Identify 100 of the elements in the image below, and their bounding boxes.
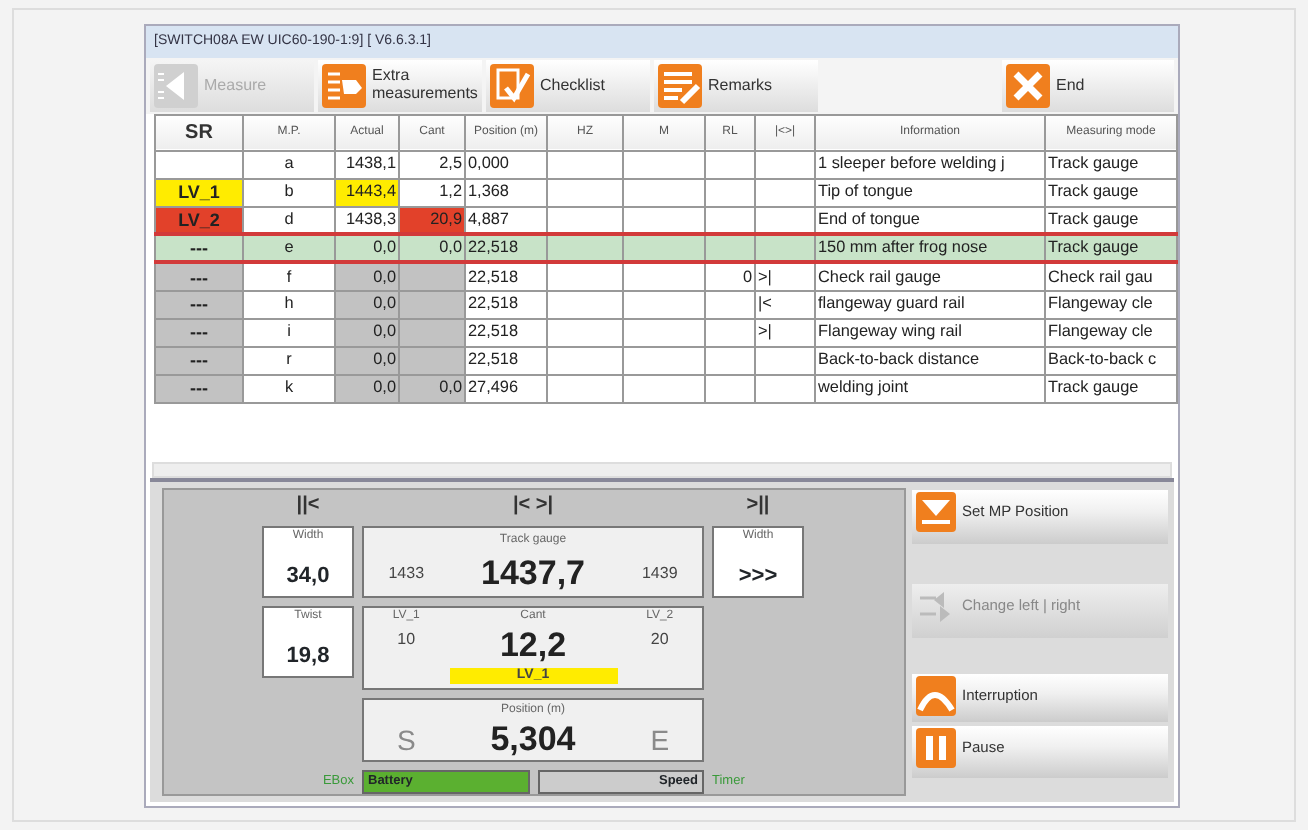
toolbar-button[interactable]: Extra measurements <box>318 59 482 112</box>
table-cell: --- <box>155 346 243 375</box>
table-cell <box>705 290 755 319</box>
table-cell: Back-to-back distance <box>815 346 1045 375</box>
table-cell: Track gauge <box>1045 374 1177 403</box>
table-cell: 1438,1 <box>335 150 399 179</box>
table-cell: welding joint <box>815 374 1045 403</box>
table-cell <box>623 178 705 207</box>
toolbar-button[interactable]: Checklist <box>486 59 650 112</box>
table-cell: --- <box>155 290 243 319</box>
table-cell: Track gauge <box>1045 178 1177 207</box>
table-cell: Flangeway wing rail <box>815 318 1045 347</box>
table-cell: 0,0 <box>335 290 399 319</box>
table-cell: 0,0 <box>335 318 399 347</box>
table-row[interactable]: --- i 0,0 22,518 >| Flangeway wing rail Flangeway cle <box>155 318 1177 347</box>
end-mark: E <box>648 724 672 756</box>
table-cell: 0,0 <box>399 374 465 403</box>
column-header: SR <box>155 114 243 151</box>
scrollbar[interactable] <box>152 462 1172 478</box>
table-cell: flangeway guard rail <box>815 290 1045 319</box>
table-cell: >| <box>755 318 815 347</box>
table-cell: Check rail gau <box>1045 262 1177 291</box>
cant-value: 12,2 <box>497 628 569 664</box>
max-value: 1439 <box>639 562 680 586</box>
nav-button[interactable]: ||< <box>262 494 354 518</box>
table-cell: --- <box>155 262 243 291</box>
table-cell <box>755 234 815 263</box>
checklist-icon <box>490 63 534 108</box>
table-row[interactable]: --- h 0,0 22,518 |< flangeway guard rail Flangeway cle <box>155 290 1177 319</box>
table-cell <box>547 290 623 319</box>
table-cell: 0,0 <box>335 346 399 375</box>
table-cell <box>705 318 755 347</box>
notes-icon <box>658 63 702 108</box>
table-cell: 22,518 <box>465 318 547 347</box>
table-cell <box>623 374 705 403</box>
table-cell: 1443,4 <box>335 178 399 207</box>
table-cell: 1,2 <box>399 178 465 207</box>
table-cell: Check rail gauge <box>815 262 1045 291</box>
close-icon <box>1006 63 1050 108</box>
table-cell: --- <box>155 374 243 403</box>
table-cell: 22,518 <box>465 262 547 291</box>
nav-button[interactable]: >|| <box>712 494 804 518</box>
toolbar-button[interactable]: End <box>1002 59 1174 112</box>
table-cell <box>547 346 623 375</box>
table-row[interactable]: --- f 0,0 22,518 0 >| Check rail gauge Check rail gau <box>155 262 1177 291</box>
start-mark: S <box>394 724 418 756</box>
table-cell: e <box>243 234 335 263</box>
table-cell <box>547 374 623 403</box>
table-cell <box>705 346 755 375</box>
table-cell: Track gauge <box>1045 150 1177 179</box>
table-row[interactable]: LV_1 b 1443,4 1,2 1,368 Tip of tongue Track gauge <box>155 178 1177 207</box>
download-icon <box>916 492 956 532</box>
table-cell: 0,0 <box>399 234 465 263</box>
table-cell <box>623 262 705 291</box>
table-cell: 1 sleeper before welding j <box>815 150 1045 179</box>
table-cell: 22,518 <box>465 346 547 375</box>
table-cell <box>623 318 705 347</box>
table-cell <box>705 178 755 207</box>
table-row[interactable]: --- k 0,0 0,0 27,496 welding joint Track gauge <box>155 374 1177 403</box>
table-cell: 22,518 <box>465 234 547 263</box>
table-row[interactable]: --- e 0,0 0,0 22,518 150 mm after frog nose Track gauge <box>155 234 1177 263</box>
table-cell <box>755 374 815 403</box>
table-cell: a <box>243 150 335 179</box>
gauge-value: 1437,7 <box>479 556 587 592</box>
table-cell <box>547 234 623 263</box>
table-cell: 150 mm after frog nose <box>815 234 1045 263</box>
table-cell: 0,000 <box>465 150 547 179</box>
table-cell: --- <box>155 234 243 263</box>
limit-value: 20 <box>648 628 671 652</box>
value-text: 19,8 <box>284 641 332 671</box>
table-cell: --- <box>155 318 243 347</box>
table-cell <box>623 150 705 179</box>
value-text: 34,0 <box>284 561 332 591</box>
value-text: >>> <box>736 561 780 591</box>
min-value: 1433 <box>386 562 427 586</box>
table-cell: |< <box>755 290 815 319</box>
table-cell <box>755 178 815 207</box>
pause-icon <box>916 728 956 768</box>
table-cell: 0 <box>705 262 755 291</box>
table-cell: 0,0 <box>335 262 399 291</box>
table-cell <box>547 178 623 207</box>
table-cell: LV_1 <box>155 178 243 207</box>
toolbar-button[interactable]: Remarks <box>654 59 818 112</box>
table-cell <box>755 346 815 375</box>
table-row[interactable]: --- r 0,0 22,518 Back-to-back distance Back-to-back c <box>155 346 1177 375</box>
table-cell <box>705 374 755 403</box>
nav-button[interactable]: |< >| <box>362 494 704 518</box>
table-cell: 27,496 <box>465 374 547 403</box>
table-cell <box>623 290 705 319</box>
table-cell: Back-to-back c <box>1045 346 1177 375</box>
table-cell <box>547 318 623 347</box>
table-cell: 1,368 <box>465 178 547 207</box>
table-cell <box>705 150 755 179</box>
position-value: 5,304 <box>488 722 578 758</box>
table-cell: 0,0 <box>335 234 399 263</box>
table-cell <box>623 346 705 375</box>
table-cell <box>755 150 815 179</box>
table-row[interactable]: a 1438,1 2,5 0,000 1 sleeper before welding j Track gauge <box>155 150 1177 179</box>
table-cell <box>705 234 755 263</box>
table-cell <box>547 150 623 179</box>
